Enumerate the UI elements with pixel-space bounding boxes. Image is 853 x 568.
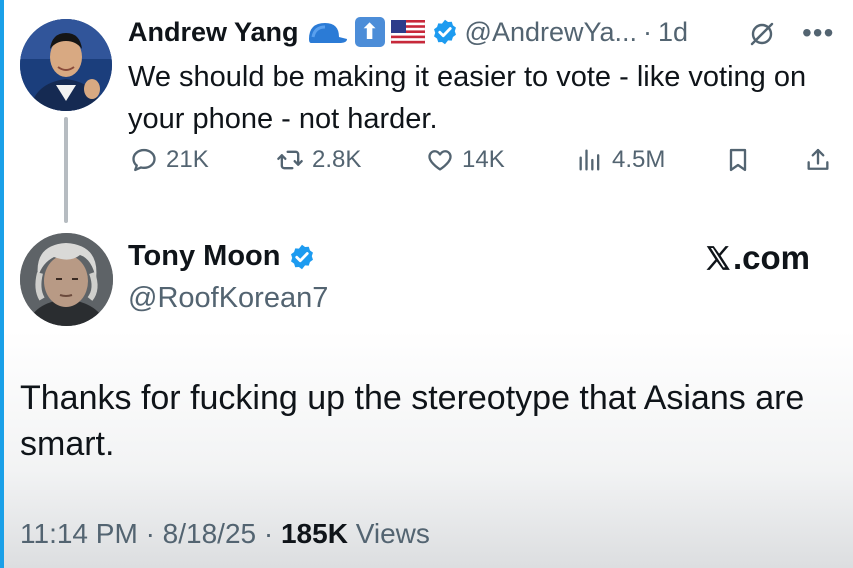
reply-icon bbox=[132, 148, 156, 172]
tweet2-text: Thanks for fucking up the stereotype tha… bbox=[20, 379, 805, 463]
watermark-text: .com bbox=[733, 239, 811, 276]
author-handle[interactable]: @RoofKorean7 bbox=[128, 282, 328, 315]
bookmark-button[interactable] bbox=[724, 146, 752, 174]
repost-button[interactable]: 2.8K bbox=[276, 146, 361, 174]
avatar-andrew-yang[interactable] bbox=[20, 19, 112, 111]
frame-edge bbox=[0, 0, 4, 568]
share-button[interactable] bbox=[804, 146, 832, 174]
avatar-image bbox=[20, 19, 112, 111]
views-label: Views bbox=[355, 518, 430, 549]
nullified-icon[interactable] bbox=[748, 20, 776, 48]
reply-count: 21K bbox=[166, 146, 209, 173]
author-name[interactable]: Andrew Yang bbox=[128, 17, 299, 48]
verified-badge-icon bbox=[433, 19, 456, 45]
tweet1-header: Andrew Yang ⬆ @AndrewYa... · 1d bbox=[128, 12, 688, 52]
x-com-watermark: .com bbox=[703, 239, 810, 277]
like-count: 14K bbox=[462, 146, 505, 173]
views-button[interactable]: 4.5M bbox=[576, 146, 665, 174]
share-icon bbox=[807, 148, 829, 170]
separator-dot: · bbox=[643, 16, 653, 47]
blue-cap-emoji bbox=[308, 23, 347, 43]
tweet2-author-row: Tony Moon bbox=[128, 240, 316, 273]
x-logo-icon bbox=[706, 246, 730, 270]
up-arrow-emoji: ⬆ bbox=[354, 17, 385, 47]
tweet1-text: We should be making it easier to vote - … bbox=[128, 61, 807, 135]
more-icon[interactable]: ••• bbox=[802, 17, 834, 49]
like-button[interactable]: 14K bbox=[426, 146, 505, 174]
bookmark-icon bbox=[729, 148, 747, 172]
tweet-time[interactable]: 1d bbox=[658, 17, 688, 48]
tweet2-meta: 11:14 PM · 8/18/25 · 185K Views bbox=[20, 518, 430, 550]
us-flag-emoji bbox=[390, 20, 425, 44]
analytics-icon bbox=[579, 149, 600, 171]
author-handle[interactable]: @AndrewYa... bbox=[465, 17, 637, 48]
reply-button[interactable]: 21K bbox=[130, 146, 209, 174]
views-count: 185K bbox=[280, 518, 348, 549]
view-count: 4.5M bbox=[612, 146, 666, 173]
separator-dot: · bbox=[145, 518, 155, 549]
author-name[interactable]: Tony Moon bbox=[128, 240, 280, 273]
separator-dot: · bbox=[263, 518, 274, 549]
verified-badge-icon bbox=[291, 244, 314, 269]
repost-icon bbox=[277, 150, 303, 170]
tweet-time[interactable]: 11:14 PM bbox=[20, 518, 138, 549]
repost-count: 2.8K bbox=[312, 146, 362, 173]
avatar-tony-moon[interactable] bbox=[20, 233, 113, 326]
tweet-date[interactable]: 8/18/25 bbox=[163, 518, 256, 549]
heart-icon bbox=[428, 150, 452, 171]
avatar-image bbox=[20, 233, 113, 326]
thread-connector-line bbox=[64, 117, 68, 223]
